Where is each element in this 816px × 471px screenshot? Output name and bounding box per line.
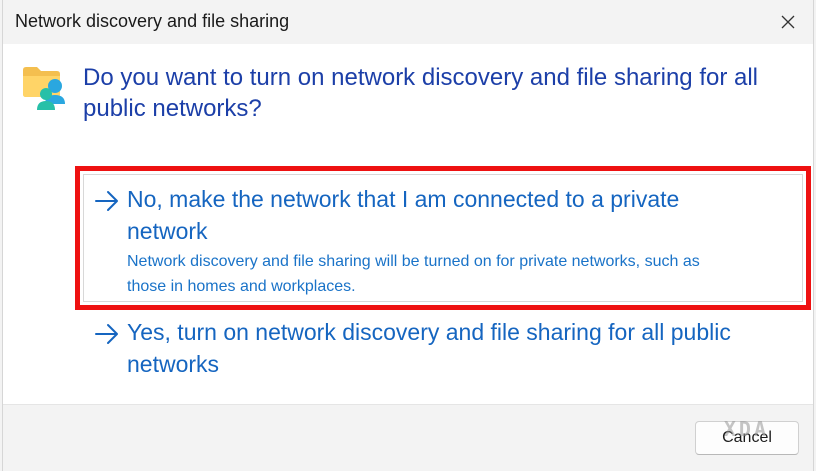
option-title-line2: networks [127, 351, 220, 377]
arrow-right-icon [95, 191, 118, 211]
xda-watermark: XDA [723, 417, 769, 441]
network-folder-icon [23, 67, 65, 110]
option-title-line2: network [127, 218, 208, 244]
dialog-window: Network discovery and file sharing Do yo… [2, 0, 814, 471]
option-description-line1: Network discovery and file sharing will … [127, 253, 700, 270]
dialog-footer: Cancel XDA [3, 404, 813, 471]
option-title-line1: Yes, turn on network discovery and file … [127, 319, 731, 345]
option-make-private[interactable]: No, make the network that I am connected… [75, 166, 811, 310]
dialog-question: Do you want to turn on network discovery… [83, 64, 759, 122]
title-bar: Network discovery and file sharing [3, 0, 813, 44]
arrow-right-icon [95, 324, 118, 344]
option-turn-on-public[interactable]: Yes, turn on network discovery and file … [83, 314, 803, 384]
option-title-line1: No, make the network that I am connected… [127, 186, 680, 212]
close-icon [781, 15, 795, 29]
close-button[interactable] [771, 6, 805, 38]
window-title: Network discovery and file sharing [15, 11, 290, 31]
dialog-content: Do you want to turn on network discovery… [3, 44, 813, 404]
option-description-line2: those in homes and workplaces. [127, 278, 356, 295]
